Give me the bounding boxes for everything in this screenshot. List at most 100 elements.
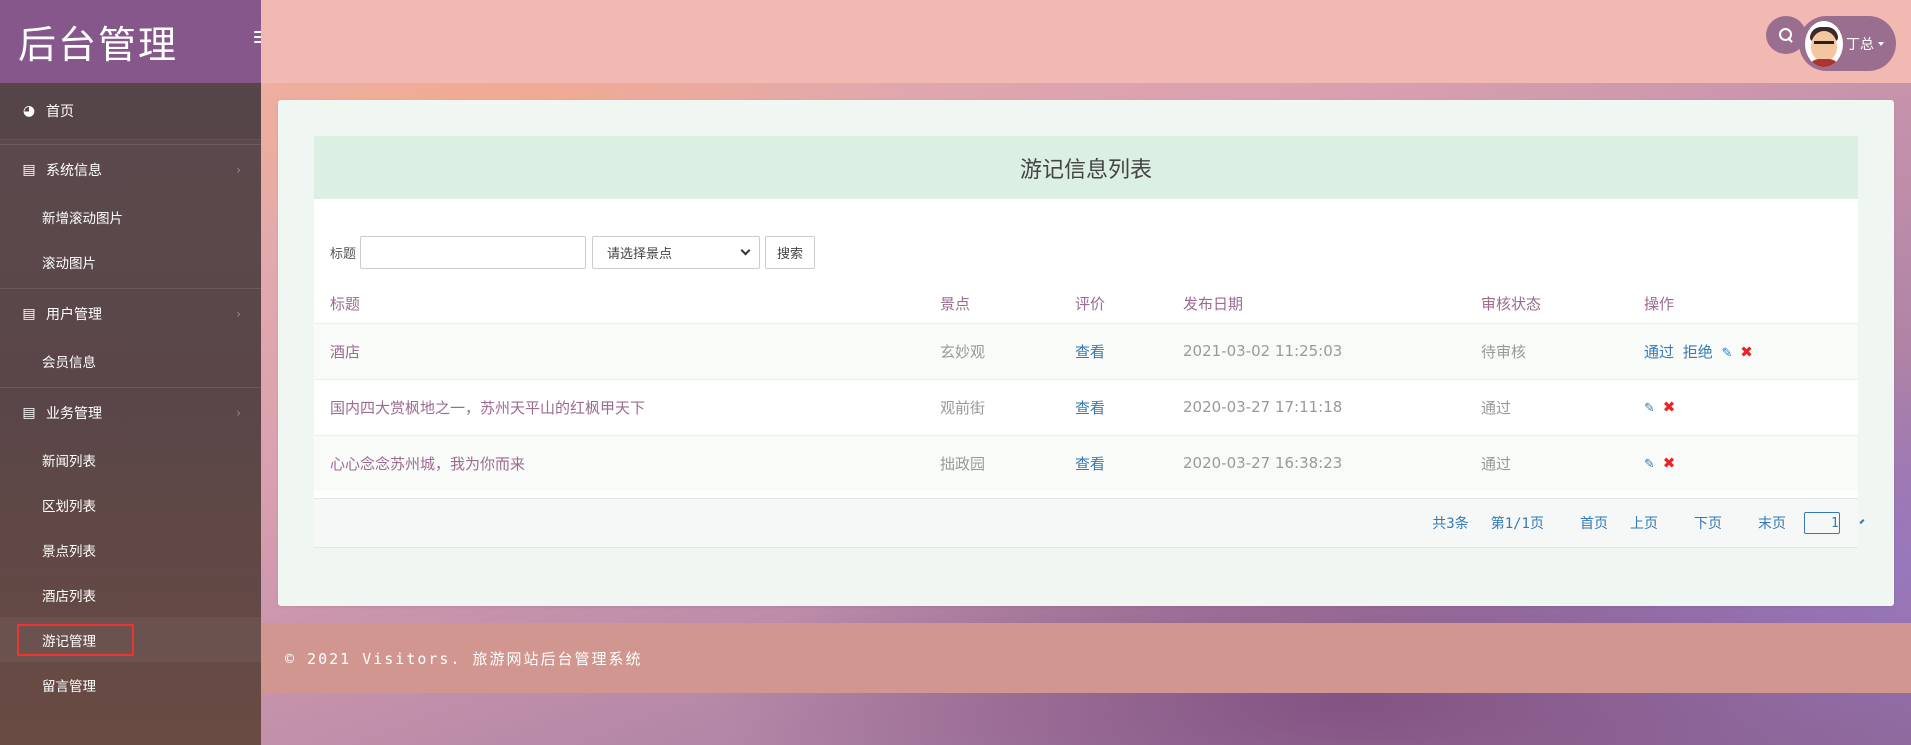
sidebar-group-label: 用户管理	[46, 306, 102, 323]
spot-select-value: 请选择景点	[607, 247, 673, 262]
pagination: 共3条 第1/1页 首页 上页 下页 末页 1	[314, 498, 1865, 548]
spot-select[interactable]: 请选择景点	[592, 236, 761, 269]
sidebar-item-news[interactable]: 新闻列表	[0, 437, 261, 482]
sidebar: 后台管理 ◕ 首页 ▤ 系统信息 › 新增滚动图片 滚动图片 ▤ 用户管理 › …	[0, 0, 279, 745]
footer-text: © 2021 Visitors. 旅游网站后台管理系统	[285, 649, 643, 668]
view-review-link[interactable]: 查看	[1059, 378, 1167, 435]
pager-last-link[interactable]: 末页	[1758, 513, 1786, 533]
sidebar-nav: ◕ 首页 ▤ 系统信息 › 新增滚动图片 滚动图片 ▤ 用户管理 › 会员信息 …	[0, 83, 261, 707]
brand: 后台管理	[0, 0, 279, 83]
chevron-down-icon	[740, 245, 751, 256]
reject-link[interactable]: 拒绝	[1683, 343, 1713, 361]
sidebar-item-spots[interactable]: 景点列表	[0, 527, 261, 572]
column-header: 操作	[1644, 294, 1675, 313]
dashboard-icon: ◕	[22, 103, 36, 119]
pager-total: 共3条	[1432, 516, 1469, 532]
sidebar-group-label: 业务管理	[46, 405, 102, 422]
view-review-link[interactable]: 查看	[1059, 322, 1167, 379]
avatar	[1805, 20, 1843, 67]
table-row: 酒店 玄妙观 查看 2021-03-02 11:25:03 待审核 通过 拒绝 …	[314, 322, 1858, 379]
chevron-down-icon	[1859, 519, 1865, 524]
delete-icon[interactable]: ✖	[1663, 454, 1676, 472]
pager-next-link[interactable]: 下页	[1694, 513, 1722, 533]
sidebar-item-label: 游记管理	[42, 633, 96, 650]
book-icon: ▤	[22, 404, 36, 421]
footer: © 2021 Visitors. 旅游网站后台管理系统	[261, 623, 1911, 693]
sidebar-item-label: 酒店列表	[42, 588, 96, 605]
table-header-row: 标题 景点 评价 发布日期 审核状态 操作	[314, 284, 1858, 323]
sidebar-item-label: 会员信息	[42, 354, 96, 371]
chevron-right-icon: ›	[236, 306, 241, 321]
user-name: 丁总	[1846, 36, 1874, 53]
row-date: 2020-03-27 17:11:18	[1167, 378, 1465, 435]
search-icon	[1779, 28, 1793, 42]
sidebar-group-label: 系统信息	[46, 162, 102, 179]
sidebar-item-add-banner[interactable]: 新增滚动图片	[0, 194, 261, 239]
delete-icon[interactable]: ✖	[1663, 398, 1676, 416]
approve-link[interactable]: 通过	[1644, 343, 1674, 361]
pager-prev-link[interactable]: 上页	[1630, 513, 1658, 533]
row-actions: 通过 拒绝 ✎ ✖	[1628, 322, 1858, 379]
table-row: 国内四大赏枫地之一，苏州天平山的红枫甲天下 观前街 查看 2020-03-27 …	[314, 378, 1858, 435]
sidebar-item-members[interactable]: 会员信息	[0, 338, 261, 383]
travelogue-table: 标题 景点 评价 发布日期 审核状态 操作 酒店 玄妙观 查看 2021-03-…	[314, 284, 1858, 491]
edit-icon[interactable]: ✎	[1644, 457, 1655, 472]
sidebar-item-label: 景点列表	[42, 543, 96, 560]
row-status: 待审核	[1465, 322, 1628, 379]
sidebar-item-label: 滚动图片	[42, 255, 96, 272]
row-actions: ✎ ✖	[1628, 378, 1858, 435]
sidebar-group-system[interactable]: ▤ 系统信息 ›	[0, 144, 261, 194]
row-status: 通过	[1465, 378, 1628, 435]
content-card: 游记信息列表 标题 请选择景点 搜索 标题 景点 评价 发布日期 审核状态 操作	[278, 100, 1894, 606]
sidebar-item-home[interactable]: ◕ 首页	[0, 83, 261, 140]
title-filter-input[interactable]	[360, 236, 587, 269]
sidebar-item-label: 留言管理	[42, 678, 96, 695]
sidebar-item-label: 新闻列表	[42, 453, 96, 470]
sidebar-item-label: 首页	[46, 104, 74, 120]
sidebar-group-business[interactable]: ▤ 业务管理 ›	[0, 387, 261, 437]
sidebar-item-label: 区划列表	[42, 498, 96, 515]
caret-down-icon	[1878, 41, 1884, 46]
sidebar-group-users[interactable]: ▤ 用户管理 ›	[0, 288, 261, 338]
row-spot: 玄妙观	[924, 322, 1059, 379]
sidebar-item-hotels[interactable]: 酒店列表	[0, 572, 261, 617]
top-header: 丁总	[261, 0, 1911, 83]
row-title[interactable]: 心心念念苏州城，我为你而来	[314, 434, 924, 491]
pager-first-link[interactable]: 首页	[1580, 513, 1608, 533]
row-date: 2020-03-27 16:38:23	[1167, 434, 1465, 491]
page-number-select[interactable]: 1	[1804, 512, 1865, 534]
brand-title: 后台管理	[18, 23, 179, 67]
title-filter-label: 标题	[330, 247, 357, 262]
sidebar-item-districts[interactable]: 区划列表	[0, 482, 261, 527]
sidebar-item-travelogues[interactable]: 游记管理	[0, 617, 261, 662]
column-header: 评价	[1075, 294, 1106, 313]
row-actions: ✎ ✖	[1628, 434, 1858, 491]
chevron-right-icon: ›	[236, 405, 241, 420]
panel-title: 游记信息列表	[314, 136, 1858, 199]
row-spot: 拙政园	[924, 434, 1059, 491]
column-header: 景点	[940, 294, 971, 313]
row-status: 通过	[1465, 434, 1628, 491]
row-title[interactable]: 酒店	[314, 322, 924, 379]
travelogue-panel: 游记信息列表 标题 请选择景点 搜索 标题 景点 评价 发布日期 审核状态 操作	[314, 136, 1865, 548]
page-number-value: 1	[1831, 515, 1839, 531]
active-highlight: 游记管理	[17, 623, 134, 656]
book-icon: ▤	[22, 305, 36, 322]
column-header: 标题	[330, 294, 361, 313]
view-review-link[interactable]: 查看	[1059, 434, 1167, 491]
row-title[interactable]: 国内四大赏枫地之一，苏州天平山的红枫甲天下	[314, 378, 924, 435]
user-menu[interactable]: 丁总	[1799, 16, 1896, 71]
sidebar-item-label: 新增滚动图片	[42, 210, 123, 227]
delete-icon[interactable]: ✖	[1740, 343, 1753, 361]
pager-page-info: 第1/1页	[1490, 516, 1544, 532]
column-header: 审核状态	[1481, 294, 1542, 313]
sidebar-item-banners[interactable]: 滚动图片	[0, 239, 261, 284]
table-row: 心心念念苏州城，我为你而来 拙政园 查看 2020-03-27 16:38:23…	[314, 434, 1858, 491]
edit-icon[interactable]: ✎	[1722, 346, 1733, 361]
column-header: 发布日期	[1183, 294, 1244, 313]
edit-icon[interactable]: ✎	[1644, 401, 1655, 416]
filter-bar: 标题 请选择景点 搜索	[330, 236, 816, 269]
sidebar-item-messages[interactable]: 留言管理	[0, 662, 261, 707]
row-date: 2021-03-02 11:25:03	[1167, 322, 1465, 379]
search-submit-button[interactable]: 搜索	[765, 236, 816, 269]
